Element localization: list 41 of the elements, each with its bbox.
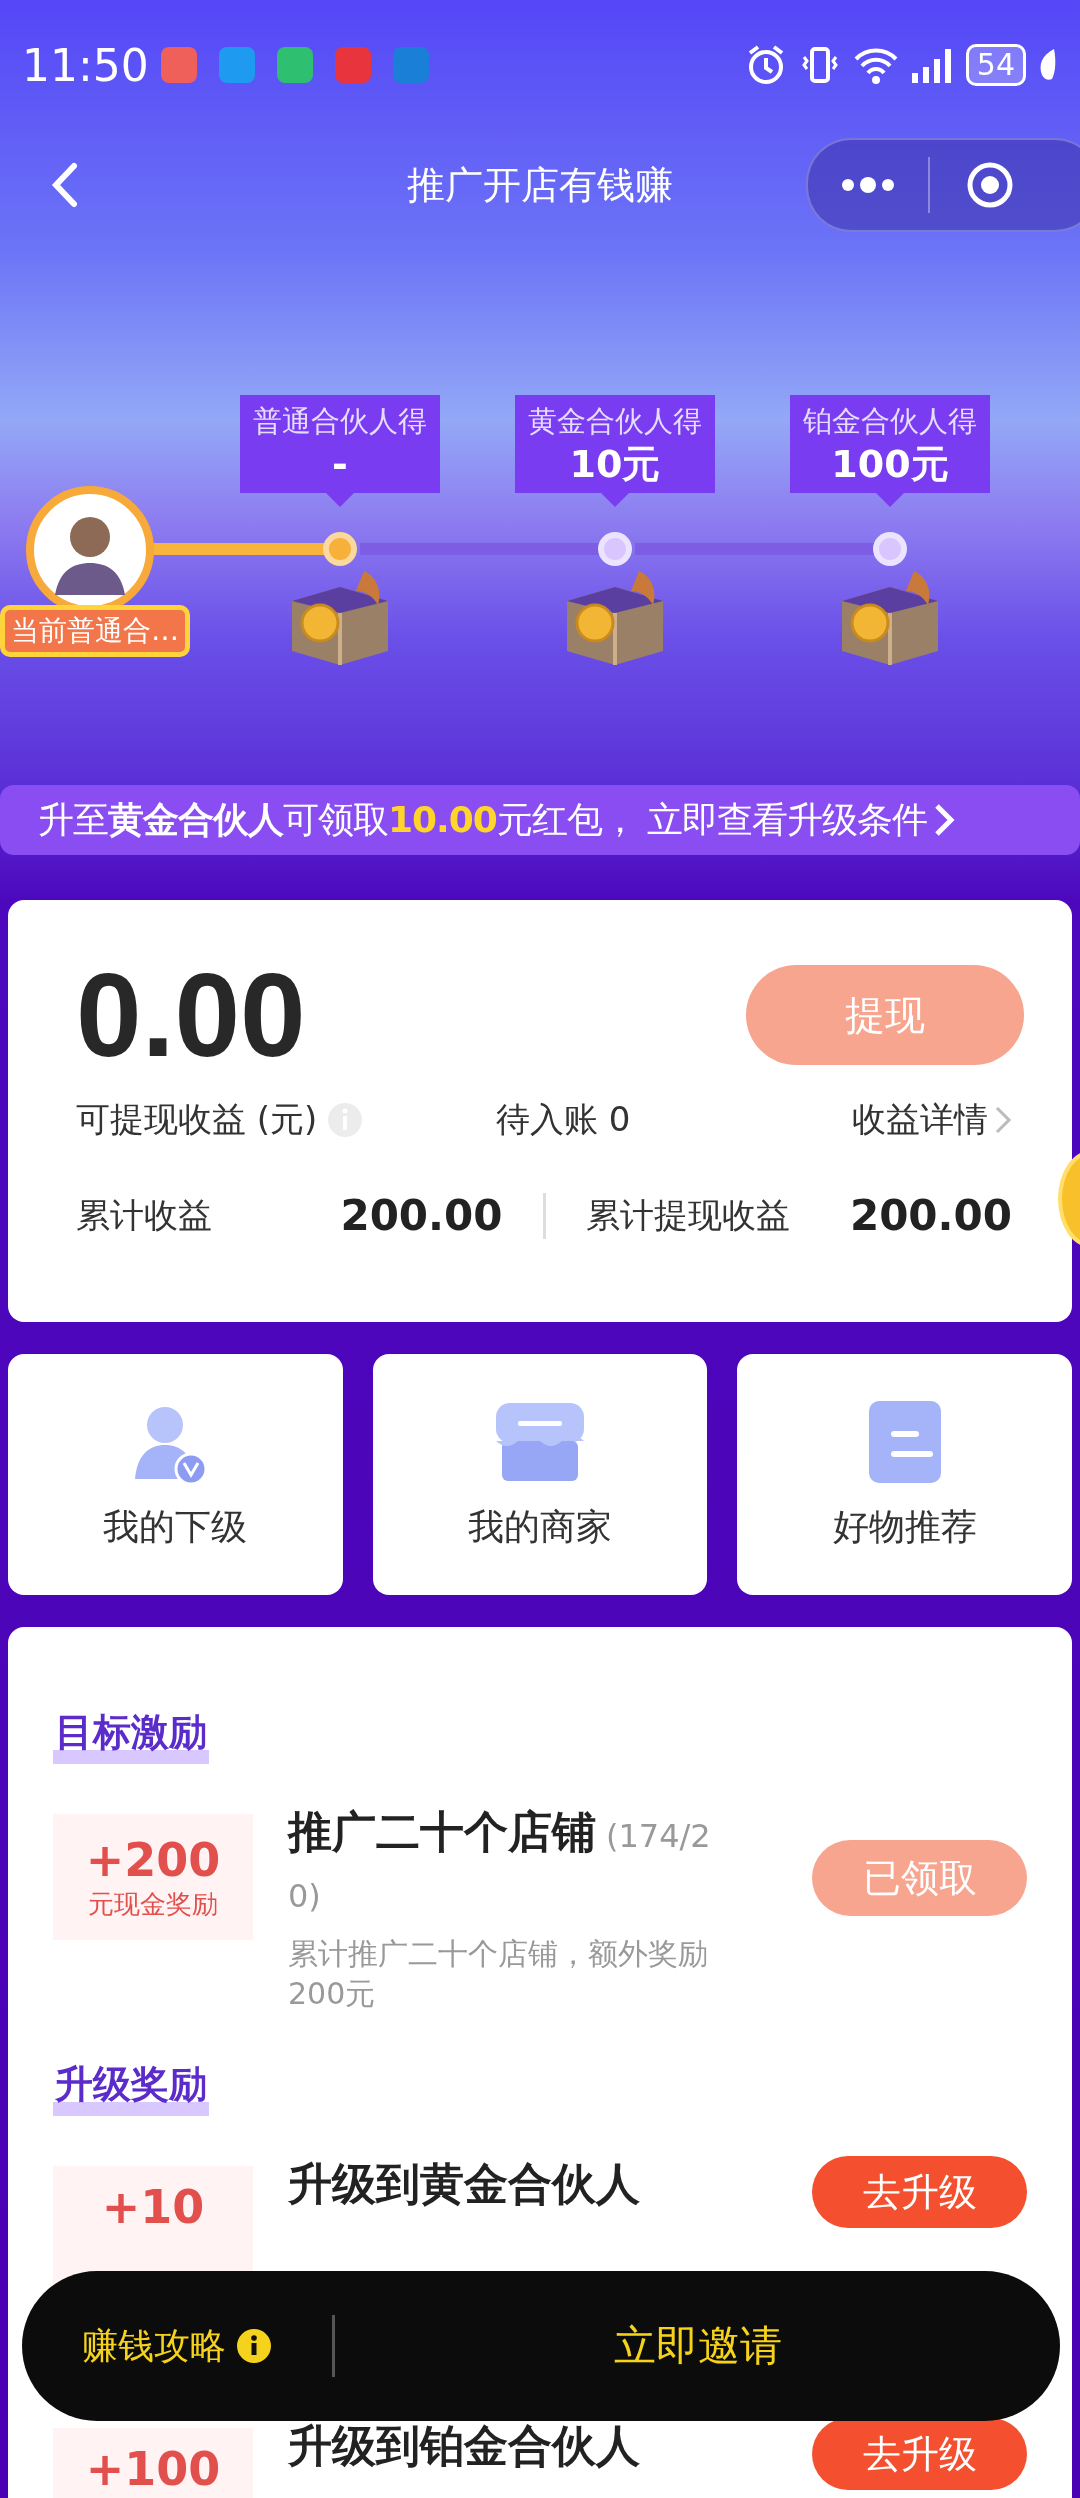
back-icon xyxy=(50,162,80,208)
earnings-details-link[interactable]: 收益详情 xyxy=(852,1097,988,1143)
reward-amount: +10 xyxy=(101,2180,205,2234)
tier-name: 普通合伙人得 xyxy=(253,403,427,440)
chevron-icon xyxy=(994,1105,1012,1135)
reward-unit: 元现金奖励 xyxy=(88,1887,218,1921)
reward-title: 推广二十个店铺 (174/20) xyxy=(288,1805,712,1917)
shortcut-tile[interactable]: 我的商家 xyxy=(372,1354,708,1595)
battery-level: 54 xyxy=(965,44,1026,86)
chevron-icon xyxy=(933,802,956,838)
reward-description: 累计推广二十个店铺，额外奖励200元 xyxy=(288,1935,709,2013)
tier-reward: 100元 xyxy=(831,442,949,486)
total-label: 累计收益 xyxy=(76,1193,212,1237)
balance-amount: 0.00 xyxy=(76,955,306,1075)
invite-button[interactable]: 立即邀请 xyxy=(335,2271,1060,2421)
upgrade-hint: 升至黄金合伙人可领取10.00元红包， 立即查看升级条件 xyxy=(38,797,928,842)
level-badge: 当前普通合… xyxy=(0,605,190,657)
shortcut-tile[interactable]: 好物推荐 xyxy=(737,1354,1072,1595)
info-icon xyxy=(236,2328,272,2364)
tier-name: 黄金合伙人得 xyxy=(528,403,702,440)
upgrade-banner[interactable]: 升至黄金合伙人可领取10.00元红包， 立即查看升级条件 xyxy=(0,785,1080,855)
progress-dot xyxy=(873,532,907,566)
reward-title: 升级到黄金合伙人 xyxy=(288,2157,641,2211)
page-title: 推广开店有钱赚 xyxy=(406,161,674,209)
balance-label: 可提现收益 (元) xyxy=(76,1098,318,1141)
shortcut-tile[interactable]: 我的下级 xyxy=(8,1354,343,1595)
progress-dot xyxy=(598,532,632,566)
progress-dot xyxy=(323,532,357,566)
total-value: 200.00 xyxy=(849,1191,1012,1240)
tier-reward: 10元 xyxy=(569,442,661,486)
earning-guide-button[interactable]: 赚钱攻略 xyxy=(82,2321,272,2371)
pending-amount: 待入账 0 xyxy=(496,1098,631,1141)
total-value: 200.00 xyxy=(340,1191,503,1240)
tier-name: 铂金合伙人得 xyxy=(803,403,977,440)
clock-time: 11:50 xyxy=(22,39,149,91)
reward-title: 升级到铂金合伙人 xyxy=(288,2419,641,2473)
reward-amount: +100 xyxy=(85,2442,221,2496)
tier-reward: - xyxy=(332,442,348,486)
reward-amount: +200 xyxy=(85,1832,221,1887)
total-label: 累计提现收益 xyxy=(585,1193,790,1237)
target-icon xyxy=(965,160,1015,210)
